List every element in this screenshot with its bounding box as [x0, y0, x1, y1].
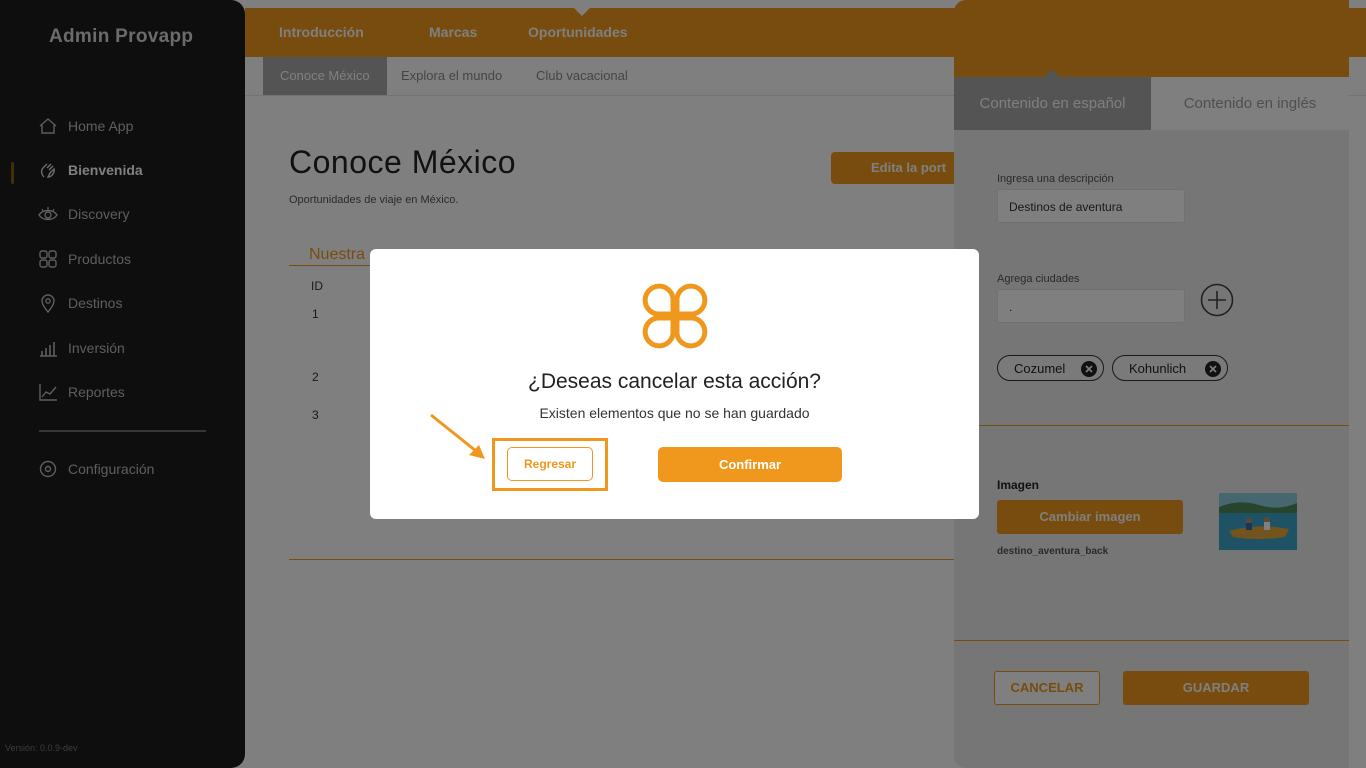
confirm-button[interactable]: Confirmar [658, 447, 842, 482]
confirm-cancel-dialog: ¿Deseas cancelar esta acción? Existen el… [370, 249, 979, 519]
clover-logo-icon [642, 283, 708, 349]
dialog-title: ¿Deseas cancelar esta acción? [528, 370, 821, 393]
back-button[interactable]: Regresar [507, 447, 593, 481]
pointer-arrow-icon [430, 413, 485, 459]
